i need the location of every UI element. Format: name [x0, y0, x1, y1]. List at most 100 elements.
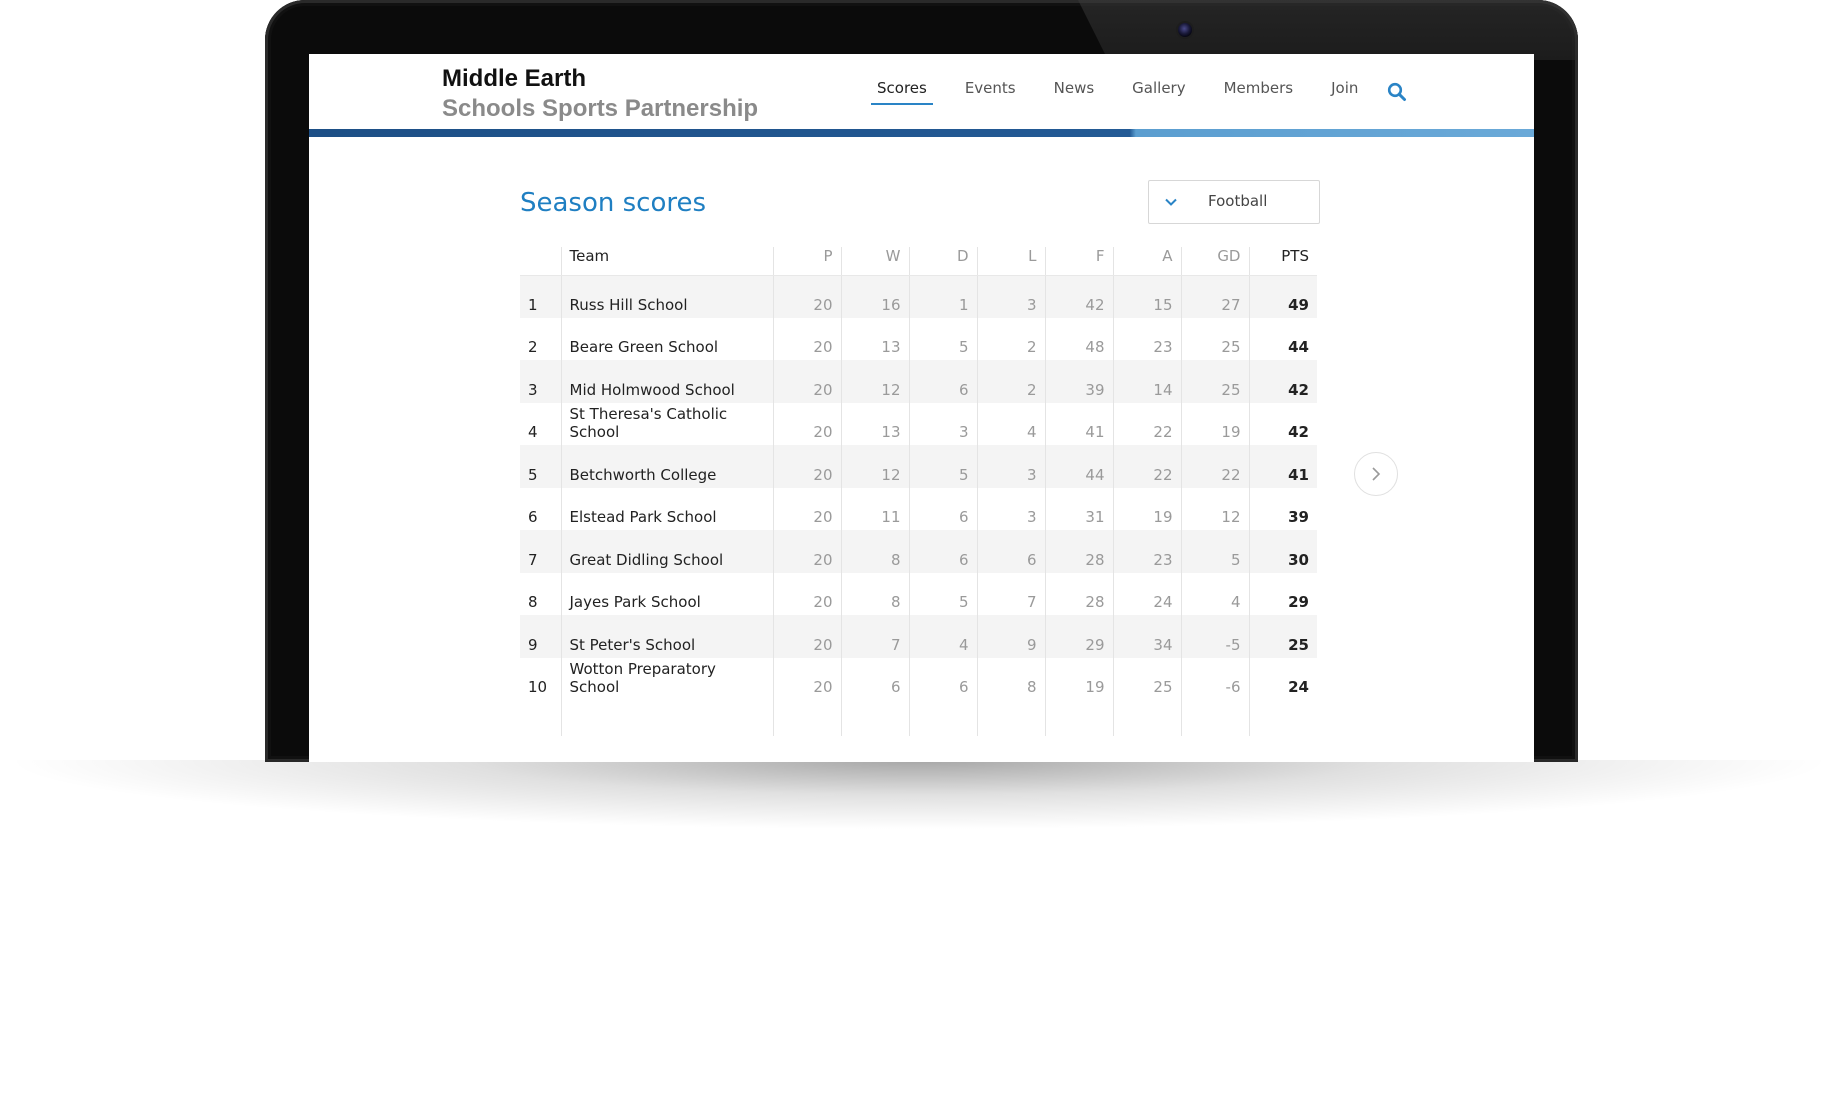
- row-against: 23: [1113, 530, 1182, 573]
- row-against: 15: [1113, 275, 1182, 318]
- row-team: Jayes Park School: [561, 572, 774, 615]
- nav-news[interactable]: News: [1054, 79, 1095, 103]
- row-position: 4: [520, 402, 562, 445]
- row-drawn: 5: [909, 445, 978, 488]
- row-played: 20: [773, 445, 842, 488]
- row-goal-diff: 27: [1181, 275, 1250, 318]
- sport-dropdown[interactable]: Football: [1148, 180, 1320, 224]
- row-against: 25: [1113, 657, 1182, 700]
- scores-table: Team P W D L F A GD PTS 1 Russ Hill Scho…: [520, 247, 1317, 736]
- row-lost: 6: [977, 530, 1046, 573]
- row-played: 20: [773, 615, 842, 658]
- table-row[interactable]: 2 Beare Green School 20 13 5 2 48 23 25 …: [520, 317, 1317, 360]
- table-row[interactable]: 10 Wotton Preparatory School 20 6 6 8 19…: [520, 657, 1317, 700]
- row-played: 20: [773, 402, 842, 445]
- row-position: 3: [520, 360, 562, 403]
- row-points: 39: [1288, 508, 1309, 526]
- next-page-button[interactable]: [1354, 452, 1398, 496]
- row-points: 42: [1288, 380, 1309, 399]
- table-row[interactable]: 5 Betchworth College 20 12 5 3 44 22 22 …: [520, 445, 1317, 488]
- table-row[interactable]: 4 St Theresa's Catholic School 20 13 3 4…: [520, 402, 1317, 445]
- row-goal-diff: 25: [1181, 317, 1250, 360]
- row-against: 24: [1113, 572, 1182, 615]
- row-team: St Peter's School: [561, 615, 774, 658]
- nav-scores[interactable]: Scores: [871, 79, 933, 105]
- row-drawn: 5: [909, 572, 978, 615]
- spacer-cell: [1249, 700, 1317, 736]
- row-won: 12: [841, 360, 910, 403]
- row-position: 2: [520, 317, 562, 360]
- row-for: 31: [1045, 487, 1114, 530]
- row-against: 22: [1113, 402, 1182, 445]
- row-team: Beare Green School: [561, 317, 774, 360]
- col-lost: L: [977, 247, 1046, 276]
- row-for: 28: [1045, 572, 1114, 615]
- table-row[interactable]: 7 Great Didling School 20 8 6 6 28 23 5 …: [520, 530, 1317, 573]
- table-row[interactable]: 1 Russ Hill School 20 16 1 3 42 15 27 49: [520, 275, 1317, 318]
- spacer-cell: [977, 700, 1046, 736]
- row-points: 41: [1288, 465, 1309, 484]
- row-team: Elstead Park School: [561, 487, 774, 530]
- table-row[interactable]: 9 St Peter's School 20 7 4 9 29 34 -5 25: [520, 615, 1317, 658]
- row-against: 23: [1113, 317, 1182, 360]
- page-title: Season scores: [520, 188, 707, 218]
- table-row[interactable]: 8 Jayes Park School 20 8 5 7 28 24 4 29: [520, 572, 1317, 615]
- row-drawn: 1: [909, 275, 978, 318]
- nav-events[interactable]: Events: [965, 79, 1016, 103]
- row-position: 1: [520, 275, 562, 318]
- row-drawn: 6: [909, 360, 978, 403]
- row-goal-diff: 25: [1181, 360, 1250, 403]
- row-played: 20: [773, 572, 842, 615]
- row-won: 8: [841, 530, 910, 573]
- row-won: 6: [841, 657, 910, 700]
- row-for: 44: [1045, 445, 1114, 488]
- spacer-cell: [773, 700, 842, 736]
- site-logo[interactable]: Middle Earth Schools Sports Partnership: [442, 64, 758, 124]
- nav-gallery[interactable]: Gallery: [1132, 79, 1185, 103]
- row-team: Mid Holmwood School: [561, 360, 774, 403]
- row-lost: 9: [977, 615, 1046, 658]
- col-team: Team: [561, 247, 774, 276]
- table-row[interactable]: 3 Mid Holmwood School 20 12 6 2 39 14 25…: [520, 360, 1317, 403]
- brand-title: Middle Earth: [442, 65, 587, 92]
- brand-subtitle: Schools Sports Partnership: [442, 95, 759, 122]
- row-team: Great Didling School: [561, 530, 774, 573]
- row-won: 12: [841, 445, 910, 488]
- nav-join[interactable]: Join: [1331, 79, 1358, 103]
- col-played: P: [773, 247, 842, 276]
- row-points: 30: [1288, 550, 1309, 569]
- spacer-cell: [1045, 700, 1114, 736]
- col-against: A: [1113, 247, 1182, 276]
- spacer-cell: [1181, 700, 1250, 736]
- col-points: PTS: [1249, 247, 1317, 276]
- row-lost: 7: [977, 572, 1046, 615]
- row-goal-diff: 12: [1181, 487, 1250, 530]
- row-won: 13: [841, 402, 910, 445]
- spacer-cell: [909, 700, 978, 736]
- row-played: 20: [773, 530, 842, 573]
- col-for: F: [1045, 247, 1114, 276]
- screen: Middle Earth Schools Sports Partnership …: [309, 54, 1534, 762]
- header-stripe: [309, 129, 1534, 137]
- row-points: 49: [1288, 295, 1309, 314]
- row-goal-diff: 4: [1181, 572, 1250, 615]
- row-position: 5: [520, 445, 562, 488]
- row-lost: 3: [977, 487, 1046, 530]
- row-against: 22: [1113, 445, 1182, 488]
- row-position: 7: [520, 530, 562, 573]
- row-for: 19: [1045, 657, 1114, 700]
- nav-members[interactable]: Members: [1224, 79, 1294, 103]
- row-played: 20: [773, 275, 842, 318]
- row-won: 16: [841, 275, 910, 318]
- row-won: 7: [841, 615, 910, 658]
- row-drawn: 4: [909, 615, 978, 658]
- spacer-cell: [841, 700, 910, 736]
- row-lost: 3: [977, 275, 1046, 318]
- row-position: 10: [520, 657, 562, 700]
- search-icon[interactable]: [1387, 82, 1407, 102]
- table-row[interactable]: 6 Elstead Park School 20 11 6 3 31 19 12…: [520, 487, 1317, 530]
- row-position: 8: [520, 572, 562, 615]
- row-goal-diff: -5: [1181, 615, 1250, 658]
- row-for: 48: [1045, 317, 1114, 360]
- row-won: 8: [841, 572, 910, 615]
